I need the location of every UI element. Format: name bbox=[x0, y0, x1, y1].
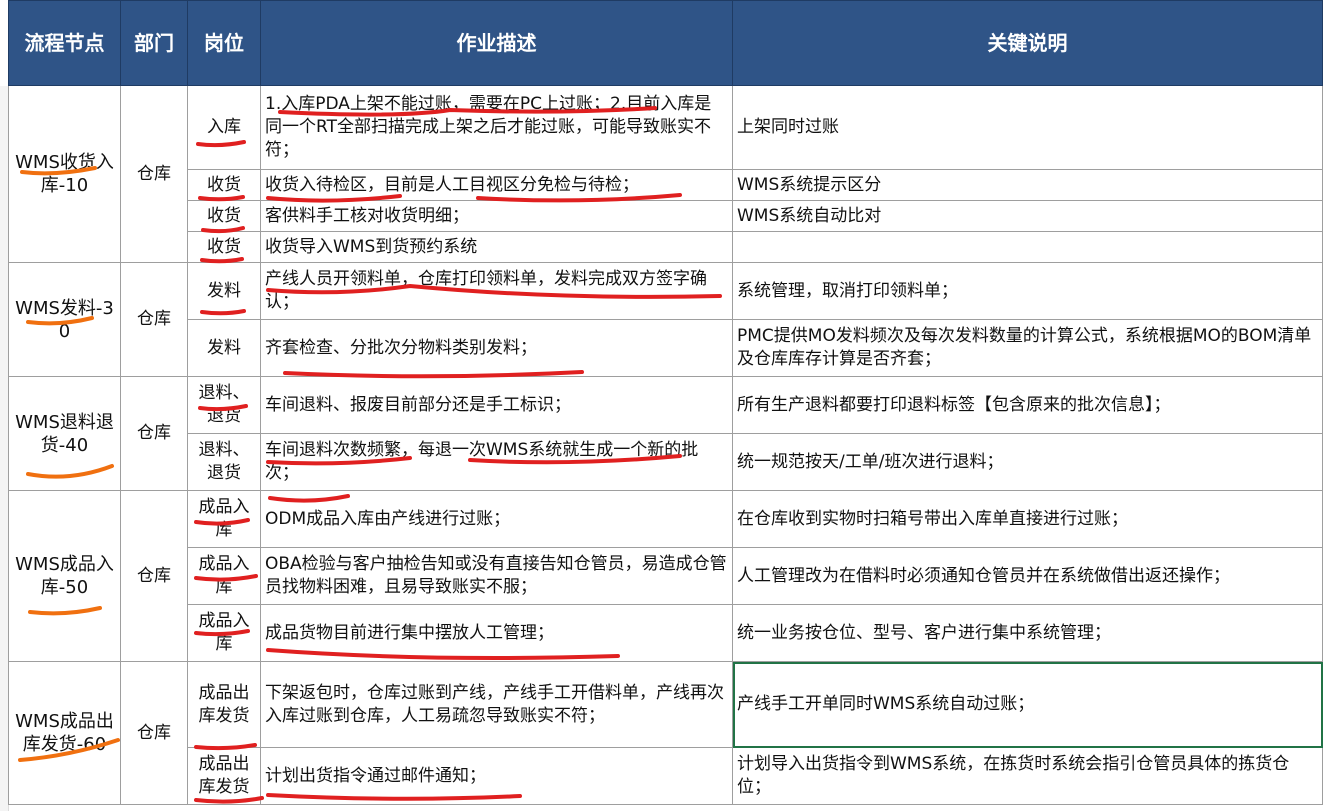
key-cell[interactable]: 统一业务按仓位、型号、客户进行集中系统管理； bbox=[732, 604, 1323, 662]
desc-cell[interactable]: 成品货物目前进行集中摆放人工管理； bbox=[260, 604, 733, 662]
table-row: WMS成品入库-50 仓库 成品入库 ODM成品入库由产线进行过账； 在仓库收到… bbox=[8, 490, 1323, 662]
post-cell[interactable]: 收货 bbox=[187, 200, 261, 232]
key-cell[interactable]: 计划导入出货指令到WMS系统，在拣货时系统会指引仓管员具体的拣货仓位； bbox=[732, 747, 1323, 805]
key-cell[interactable]: 统一规范按天/工单/班次进行退料； bbox=[732, 433, 1323, 491]
header-dept[interactable]: 部门 bbox=[120, 0, 188, 86]
node-cell[interactable]: WMS成品入库-50 bbox=[8, 490, 121, 662]
table-row: WMS收货入库-10 仓库 入库 1.入库PDA上架不能过账，需要在PC上过账；… bbox=[8, 85, 1323, 263]
dept-cell[interactable]: 仓库 bbox=[120, 490, 188, 662]
dept-cell[interactable]: 仓库 bbox=[120, 661, 188, 805]
table-row: 成品入库 OBA检验与客户抽检告知或没有直接告知仓管员，易造成仓管员找物料困难，… bbox=[9, 547, 1323, 605]
desc-cell[interactable]: 齐套检查、分批次分物料类别发料； bbox=[260, 319, 733, 377]
key-cell[interactable]: 系统管理，取消打印领料单； bbox=[732, 262, 1323, 320]
desc-cell[interactable]: 客供料手工核对收货明细； bbox=[260, 200, 733, 232]
header-node[interactable]: 流程节点 bbox=[8, 0, 121, 86]
desc-cell[interactable]: ODM成品入库由产线进行过账； bbox=[260, 490, 733, 548]
post-cell[interactable]: 退料、退货 bbox=[187, 376, 261, 434]
key-cell[interactable]: 上架同时过账 bbox=[732, 85, 1323, 170]
header-post[interactable]: 岗位 bbox=[187, 0, 261, 86]
table-row: 发料 齐套检查、分批次分物料类别发料； PMC提供MO发料频次及每次发料数量的计… bbox=[9, 319, 1323, 377]
header-row: 流程节点 部门 岗位 作业描述 关键说明 bbox=[8, 0, 1323, 86]
key-cell[interactable]: 人工管理改为在借料时必须通知仓管员并在系统做借出返还操作； bbox=[732, 547, 1323, 605]
table-row: 退料、退货 车间退料次数频繁，每退一次WMS系统就生成一个新的批次； 统一规范按… bbox=[9, 433, 1323, 491]
table-row: WMS退料退货-40 仓库 退料、退货 车间退料、报废目前部分还是手工标识； 所… bbox=[8, 376, 1323, 491]
desc-cell[interactable]: 收货导入WMS到货预约系统 bbox=[260, 231, 733, 263]
desc-cell[interactable]: 产线人员开领料单，仓库打印领料单，发料完成双方签字确认； bbox=[260, 262, 733, 320]
node-cell[interactable]: WMS收货入库-10 bbox=[8, 85, 121, 263]
post-cell[interactable]: 成品入库 bbox=[187, 547, 261, 605]
table-row: WMS成品出库发货-60 仓库 成品出库发货 下架返包时，仓库过账到产线，产线手… bbox=[8, 661, 1323, 805]
post-cell[interactable]: 成品入库 bbox=[187, 490, 261, 548]
key-cell[interactable]: 在仓库收到实物时扫箱号带出入库单直接进行过账； bbox=[732, 490, 1323, 548]
desc-cell[interactable]: 下架返包时，仓库过账到产线，产线手工开借料单，产线再次入库过账到仓库，人工易疏忽… bbox=[260, 661, 733, 748]
spreadsheet-table: 流程节点 部门 岗位 作业描述 关键说明 WMS收货入库-10 仓库 入库 1.… bbox=[8, 0, 1323, 805]
header-key[interactable]: 关键说明 bbox=[732, 0, 1323, 86]
post-cell[interactable]: 成品出库发货 bbox=[187, 661, 261, 748]
table-row: 收货 客供料手工核对收货明细； WMS系统自动比对 bbox=[9, 200, 1323, 232]
desc-cell[interactable]: 1.入库PDA上架不能过账，需要在PC上过账；2.目前入库是同一个RT全部扫描完… bbox=[260, 85, 733, 170]
key-cell[interactable]: WMS系统自动比对 bbox=[732, 200, 1323, 232]
post-cell[interactable]: 入库 bbox=[187, 85, 261, 170]
dept-cell[interactable]: 仓库 bbox=[120, 262, 188, 377]
post-cell[interactable]: 成品出库发货 bbox=[187, 747, 261, 805]
post-cell[interactable]: 收货 bbox=[187, 169, 261, 201]
post-cell[interactable]: 成品入库 bbox=[187, 604, 261, 662]
header-desc[interactable]: 作业描述 bbox=[260, 0, 733, 86]
desc-cell[interactable]: 车间退料次数频繁，每退一次WMS系统就生成一个新的批次； bbox=[260, 433, 733, 491]
node-cell[interactable]: WMS发料-30 bbox=[8, 262, 121, 377]
desc-cell[interactable]: 计划出货指令通过邮件通知； bbox=[260, 747, 733, 805]
node-cell[interactable]: WMS成品出库发货-60 bbox=[8, 661, 121, 805]
post-cell[interactable]: 收货 bbox=[187, 231, 261, 263]
table-row: 收货 收货入待检区，目前是人工目视区分免检与待检； WMS系统提示区分 bbox=[9, 169, 1323, 201]
dept-cell[interactable]: 仓库 bbox=[120, 376, 188, 491]
key-cell[interactable]: PMC提供MO发料频次及每次发料数量的计算公式，系统根据MO的BOM清单及仓库库… bbox=[732, 319, 1323, 377]
key-cell[interactable]: WMS系统提示区分 bbox=[732, 169, 1323, 201]
table-row: 成品出库发货 计划出货指令通过邮件通知； 计划导入出货指令到WMS系统，在拣货时… bbox=[9, 747, 1323, 805]
key-cell[interactable] bbox=[732, 231, 1323, 263]
desc-cell[interactable]: 收货入待检区，目前是人工目视区分免检与待检； bbox=[260, 169, 733, 201]
post-cell[interactable]: 发料 bbox=[187, 262, 261, 320]
node-cell[interactable]: WMS退料退货-40 bbox=[8, 376, 121, 491]
key-cell-selected[interactable]: 产线手工开单同时WMS系统自动过账； bbox=[732, 661, 1323, 748]
post-cell[interactable]: 退料、退货 bbox=[187, 433, 261, 491]
desc-cell[interactable]: OBA检验与客户抽检告知或没有直接告知仓管员，易造成仓管员找物料困难，且易导致账… bbox=[260, 547, 733, 605]
post-cell[interactable]: 发料 bbox=[187, 319, 261, 377]
desc-cell[interactable]: 车间退料、报废目前部分还是手工标识； bbox=[260, 376, 733, 434]
table-row: 成品入库 成品货物目前进行集中摆放人工管理； 统一业务按仓位、型号、客户进行集中… bbox=[9, 604, 1323, 662]
key-cell[interactable]: 所有生产退料都要打印退料标签【包含原来的批次信息】； bbox=[732, 376, 1323, 434]
table-row: 收货 收货导入WMS到货预约系统 bbox=[9, 231, 1323, 263]
table-row: WMS发料-30 仓库 发料 产线人员开领料单，仓库打印领料单，发料完成双方签字… bbox=[8, 262, 1323, 377]
dept-cell[interactable]: 仓库 bbox=[120, 85, 188, 263]
